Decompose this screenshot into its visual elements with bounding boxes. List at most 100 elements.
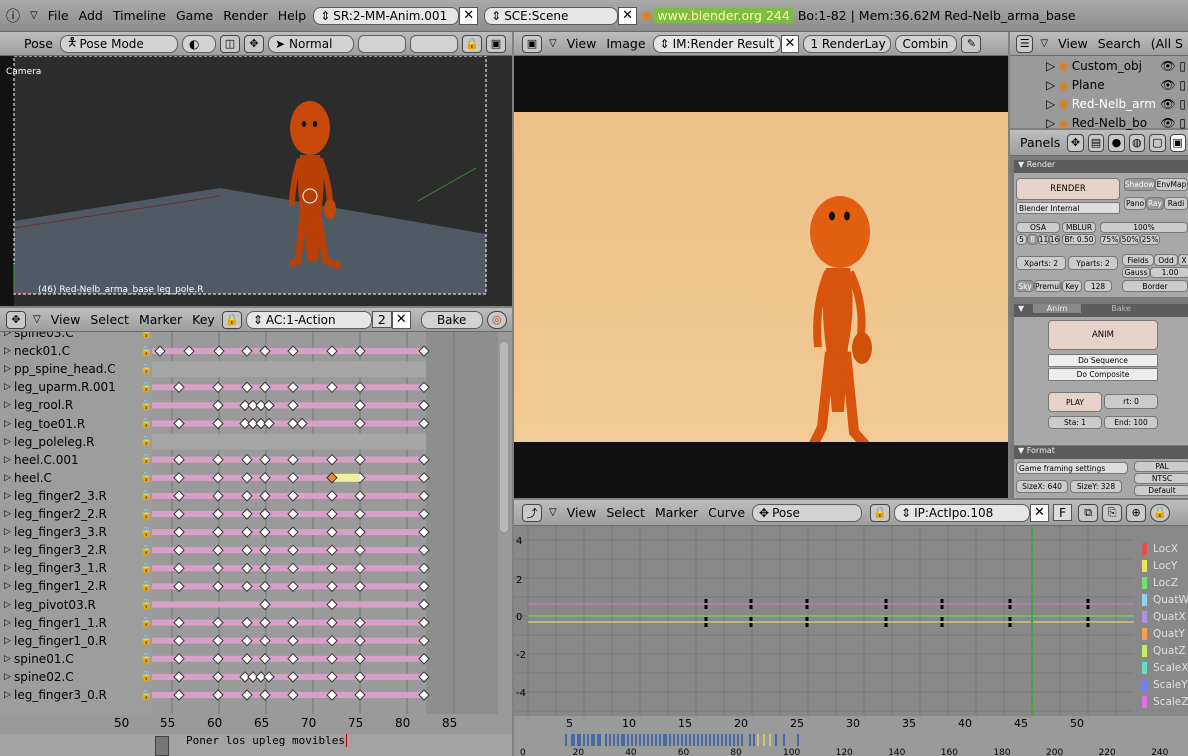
channel-row[interactable]: ▷ leg_finger3_2.R 🔒 [0, 541, 152, 559]
outliner-item[interactable]: ▷ ◉ Red-Nelb_arm 👁 ▯ [1010, 94, 1188, 113]
render-panel-header[interactable]: ▼ Render [1014, 160, 1188, 173]
ipo-channel[interactable]: QuatY [1142, 625, 1188, 642]
ipo-editor-type-icon[interactable]: ⤴ [522, 503, 542, 522]
channel-row[interactable]: ▷ leg_finger2_2.R 🔒 [0, 505, 152, 523]
channel-expand-icon[interactable]: ▷ [4, 636, 14, 646]
action-menu-key[interactable]: Key [187, 312, 220, 327]
channel-lock-icon[interactable]: 🔒 [140, 346, 152, 357]
ipo-keyframe[interactable] [940, 617, 944, 621]
ipo-graph-area[interactable]: 4 2 0 -2 -4 LocX LocY LocZ QuatW QuatX QuatY QuatZ… [514, 526, 1188, 716]
channel-lock-icon[interactable]: 🔒 [140, 690, 152, 701]
radio-toggle[interactable]: Radi [1164, 197, 1188, 210]
ipo-keyframe[interactable] [805, 605, 809, 609]
channel-lock-icon[interactable]: 🔒 [140, 599, 152, 610]
channel-expand-icon[interactable]: ▷ [4, 332, 14, 338]
ipo-lock-icon[interactable]: 🔒 [1150, 503, 1171, 522]
channel-row[interactable]: ▷ leg_finger1_0.R 🔒 [0, 632, 152, 650]
viewport-3d[interactable]: Camera (46) Red-Nelb_arma_base leg_pole.… [0, 56, 512, 306]
gauss-selector[interactable]: Gauss [1122, 267, 1150, 278]
game-framing-selector[interactable]: Game framing settings [1016, 462, 1128, 474]
channel-lock-icon[interactable]: 🔒 [140, 527, 152, 538]
channel-expand-icon[interactable]: ▷ [4, 382, 14, 392]
channel-lock-icon[interactable]: 🔒 [140, 617, 152, 628]
envmap-toggle[interactable]: EnvMap [1155, 178, 1188, 191]
visibility-icon[interactable]: 👁 ▯ [1160, 116, 1188, 130]
ipo-keyframe[interactable] [1008, 605, 1012, 609]
channel-row[interactable]: ▷ leg_finger3_3.R 🔒 [0, 523, 152, 541]
render-preview-icon[interactable]: ▣ [485, 34, 506, 53]
channel-row[interactable]: ▷ leg_toe01.R 🔒 [0, 415, 152, 433]
anim-panel-header[interactable]: ▼ Anim Bake [1014, 304, 1188, 317]
osa-8[interactable]: 8 [1027, 234, 1038, 245]
menu-add[interactable]: Add [74, 8, 108, 23]
channel-expand-icon[interactable]: ▷ [4, 346, 14, 356]
engine-selector[interactable]: Blender Internal [1016, 202, 1120, 214]
channel-row[interactable]: ▷ leg_finger3_1.R 🔒 [0, 559, 152, 577]
gauss-value[interactable]: 1.00 [1150, 267, 1188, 278]
channel-expand-icon[interactable]: ▷ [4, 400, 14, 410]
ipo-keyframe[interactable] [940, 605, 944, 609]
ipo-menu-select[interactable]: Select [601, 505, 650, 520]
channel-lock-icon[interactable]: 🔒 [140, 490, 152, 501]
ipo-keyframe[interactable] [749, 623, 753, 627]
action-record-icon[interactable]: ◎ [486, 310, 507, 329]
osa-16[interactable]: 16 [1049, 234, 1060, 245]
channel-lock-icon[interactable]: 🔒 [140, 436, 152, 447]
copy-icon[interactable]: ⧉ [1078, 503, 1099, 522]
channel-expand-icon[interactable]: ▷ [4, 419, 14, 429]
action-scrollbar[interactable] [498, 332, 512, 714]
channel-row[interactable]: ▷ heel.C 🔒 [0, 469, 152, 487]
action-scrollbar-thumb[interactable] [500, 342, 508, 532]
channel-row[interactable]: ▷ spine01.C 🔒 [0, 650, 152, 668]
ipo-keyframe[interactable] [940, 599, 944, 603]
x-toggle[interactable]: X [1178, 254, 1188, 266]
channel-expand-icon[interactable]: ▷ [4, 654, 14, 664]
ipo-keyframe[interactable] [805, 623, 809, 627]
pass-selector[interactable]: Combin [895, 34, 958, 53]
visibility-icon[interactable]: 👁 ▯ [1160, 59, 1188, 73]
channel-row[interactable]: ▷ leg_finger1_2.R 🔒 [0, 577, 152, 595]
screen-selector[interactable]: ⇕ SR:2-MM-Anim.001 [313, 6, 460, 25]
bake-tab[interactable]: Bake [1081, 304, 1161, 313]
channel-expand-icon[interactable]: ▷ [4, 364, 14, 374]
outliner-item[interactable]: ▷ ◉ Plane 👁 ▯ [1010, 75, 1188, 94]
zoom-icon[interactable]: ⊕ [1126, 503, 1147, 522]
image-selector[interactable]: ⇕ IM:Render Result [652, 34, 781, 53]
mblur-toggle[interactable]: MBLUR [1062, 222, 1096, 233]
menu-collapse-icon[interactable]: ▽ [25, 10, 43, 21]
xparts-field[interactable]: Xparts: 2 [1016, 256, 1066, 270]
sizex-field[interactable]: SizeX: 640 [1016, 480, 1068, 493]
rt-field[interactable]: rt: 0 [1104, 394, 1158, 409]
ipo-keyframe[interactable] [805, 617, 809, 621]
default-preset[interactable]: Default [1134, 485, 1188, 496]
channel-row[interactable]: ▷ leg_finger2_3.R 🔒 [0, 487, 152, 505]
channel-row[interactable]: ▷ heel.C.001 🔒 [0, 451, 152, 469]
ipo-keyframe[interactable] [1086, 617, 1090, 621]
channel-row[interactable]: ▷ leg_pivot03.R 🔒 [0, 596, 152, 614]
sky-toggle[interactable]: Sky [1016, 280, 1034, 292]
osa-toggle[interactable]: OSA [1016, 222, 1060, 233]
ipo-channel[interactable]: LocX [1142, 540, 1188, 557]
ipo-keyframe[interactable] [749, 599, 753, 603]
ipo-channel[interactable]: ScaleY [1142, 676, 1188, 693]
ipo-selector[interactable]: ⇕ IP:ActIpo.108 [894, 503, 1031, 522]
play-button[interactable]: PLAY [1048, 392, 1102, 412]
layers-row-2[interactable] [409, 34, 458, 53]
ipo-keyframe[interactable] [749, 617, 753, 621]
paint-icon[interactable]: ✎ [961, 34, 982, 53]
channel-row[interactable]: ▷ leg_finger1_1.R 🔒 [0, 614, 152, 632]
ipo-channel[interactable]: QuatZ [1142, 642, 1188, 659]
anim-tab[interactable]: Anim [1032, 304, 1082, 313]
odd-toggle[interactable]: Odd [1154, 254, 1178, 266]
layers-row-1[interactable] [357, 34, 406, 53]
text-bar-icon[interactable] [155, 736, 169, 756]
outliner-collapse-icon[interactable]: ▽ [1035, 38, 1053, 49]
ntsc-preset[interactable]: NTSC [1134, 473, 1188, 484]
start-frame-field[interactable]: Sta: 1 [1048, 416, 1102, 429]
render-layer-selector[interactable]: 1 RenderLay [803, 34, 892, 53]
visibility-icon[interactable]: 👁 ▯ [1160, 78, 1188, 92]
channel-lock-icon[interactable]: 🔒 [140, 364, 152, 375]
pano-toggle[interactable]: Pano [1124, 197, 1146, 210]
action-keyframes-area[interactable] [152, 332, 498, 714]
outliner-menu-search[interactable]: Search [1093, 36, 1146, 51]
